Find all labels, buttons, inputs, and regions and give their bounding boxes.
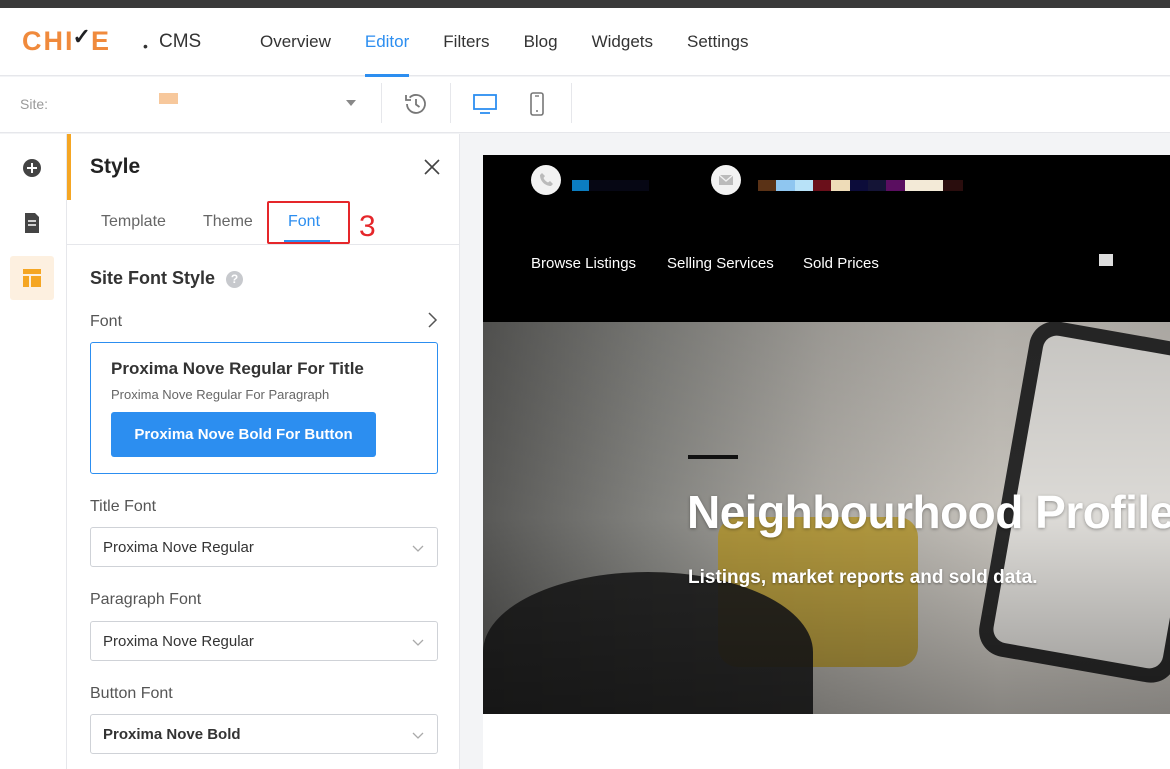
- chime-logo[interactable]: CHI✓E: [22, 24, 111, 57]
- site-selector-value[interactable]: [159, 93, 178, 104]
- hero-accent-line: [688, 455, 738, 459]
- redacted-email: [943, 180, 963, 191]
- main-nav: Overview Editor Filters Blog Widgets Set…: [243, 8, 765, 77]
- font-preview-card[interactable]: Proxima Nove Regular For Title Proxima N…: [90, 342, 438, 474]
- preview-button: Proxima Nove Bold For Button: [111, 412, 376, 457]
- logo-separator: •: [143, 38, 148, 54]
- nav-settings[interactable]: Settings: [670, 8, 765, 76]
- paragraph-font-select[interactable]: Proxima Nove Regular: [90, 621, 438, 661]
- editor-toolbar: Site:: [0, 77, 1170, 133]
- redacted-email: [886, 180, 905, 191]
- site-dropdown-caret-icon[interactable]: [346, 100, 356, 106]
- app-header: CHI✓E • CMS Overview Editor Filters Blog…: [0, 8, 1170, 77]
- product-name: CMS: [159, 31, 202, 52]
- redacted-phone: [572, 180, 589, 191]
- site-nav-browse-listings[interactable]: Browse Listings: [531, 255, 636, 272]
- preview-title-text: Proxima Nove Regular For Title: [111, 359, 364, 378]
- site-hero: Neighbourhood Profiles Listings, market …: [483, 322, 1170, 714]
- annotation-highlight-box: [267, 201, 350, 244]
- redacted-email: [831, 180, 850, 191]
- nav-filters[interactable]: Filters: [426, 8, 506, 76]
- redacted-email: [813, 180, 831, 191]
- toolbar-divider: [571, 83, 572, 123]
- redacted-email: [850, 180, 868, 191]
- title-font-label: Title Font: [90, 498, 157, 515]
- mail-icon: [711, 165, 741, 195]
- title-font-value: Proxima Nove Regular: [103, 539, 254, 556]
- section-title: Site Font Style: [90, 268, 216, 288]
- redacted-phone: [589, 180, 649, 191]
- history-icon[interactable]: [401, 89, 431, 119]
- add-section-button[interactable]: [10, 146, 54, 190]
- site-menu-icon[interactable]: [1099, 254, 1113, 266]
- button-font-select[interactable]: Proxima Nove Bold: [90, 714, 438, 754]
- button-font-label: Button Font: [90, 685, 173, 702]
- hero-subtitle: Listings, market reports and sold data.: [688, 567, 1038, 588]
- redacted-email: [868, 180, 886, 191]
- tab-theme[interactable]: Theme: [203, 213, 253, 231]
- site-preview-canvas[interactable]: Browse Listings Selling Services Sold Pr…: [483, 155, 1170, 769]
- close-icon[interactable]: [420, 155, 444, 179]
- phone-icon: [531, 165, 561, 195]
- redacted-email: [795, 180, 813, 191]
- annotation-step-number: 3: [359, 210, 376, 243]
- paragraph-font-value: Proxima Nove Regular: [103, 633, 254, 650]
- site-nav-selling-services[interactable]: Selling Services: [667, 255, 774, 272]
- nav-blog[interactable]: Blog: [507, 8, 575, 76]
- button-font-value: Proxima Nove Bold: [103, 726, 241, 743]
- layout-icon: [23, 269, 41, 287]
- paragraph-font-label: Paragraph Font: [90, 591, 202, 608]
- window-top-strip: [0, 0, 1170, 8]
- chevron-down-icon: [412, 732, 424, 739]
- help-icon[interactable]: ?: [226, 271, 243, 288]
- page-icon: [25, 213, 39, 233]
- style-button[interactable]: [10, 256, 54, 300]
- redacted-email: [905, 180, 943, 191]
- site-header: Browse Listings Selling Services Sold Pr…: [483, 155, 1170, 322]
- tab-template[interactable]: Template: [101, 213, 166, 231]
- style-tabs: Template Theme Font 3: [67, 200, 460, 245]
- mobile-icon[interactable]: [522, 89, 552, 119]
- desktop-icon[interactable]: [470, 89, 500, 119]
- site-nav-sold-prices[interactable]: Sold Prices: [803, 255, 879, 272]
- nav-overview[interactable]: Overview: [243, 8, 348, 76]
- add-icon: [23, 159, 41, 177]
- preview-paragraph-text: Proxima Nove Regular For Paragraph: [111, 387, 330, 402]
- redacted-email: [758, 180, 776, 191]
- redacted-email: [776, 180, 795, 191]
- panel-accent-bar: [67, 134, 71, 200]
- toolbar-divider: [450, 83, 451, 123]
- title-font-select[interactable]: Proxima Nove Regular: [90, 527, 438, 567]
- toolbar-divider: [381, 83, 382, 123]
- style-panel: Style Template Theme Font 3 Site Font St…: [67, 134, 460, 769]
- left-rail: [0, 134, 67, 769]
- nav-editor[interactable]: Editor: [348, 8, 426, 77]
- chevron-down-icon: [412, 545, 424, 552]
- pages-button[interactable]: [10, 201, 54, 245]
- site-label: Site:: [20, 96, 49, 112]
- hero-title: Neighbourhood Profiles: [687, 486, 1170, 538]
- chevron-right-icon[interactable]: [425, 311, 439, 329]
- font-label: Font: [90, 313, 123, 330]
- nav-widgets[interactable]: Widgets: [575, 8, 670, 76]
- panel-title: Style: [90, 155, 141, 178]
- chevron-down-icon: [412, 639, 424, 646]
